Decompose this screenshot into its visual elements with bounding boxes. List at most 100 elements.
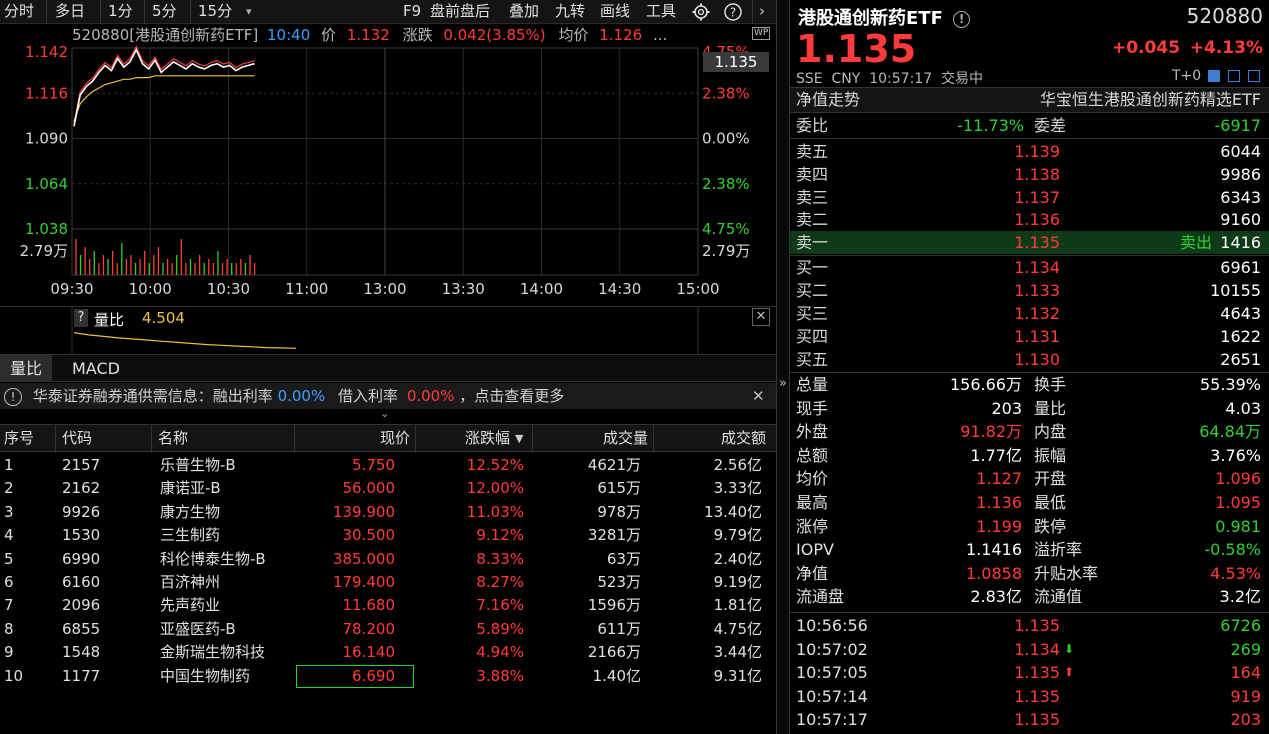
table-row[interactable]: 8 6855 亚盛医药-B 78.200 5.89% 611万 4.75亿 — [0, 618, 776, 641]
stat-label: 量比 — [1034, 398, 1067, 418]
gear-icon[interactable] — [691, 2, 711, 22]
table-row[interactable]: 3 9926 康方生物 139.900 11.03% 978万 13.40亿 — [0, 501, 776, 524]
x-tick: 10:30 — [207, 280, 250, 298]
table-row[interactable]: 6 6160 百济神州 179.400 8.27% 523万 9.19亿 — [0, 571, 776, 594]
col-name[interactable]: 名称 — [158, 425, 188, 452]
help-icon[interactable]: ? — [723, 2, 743, 22]
table-row[interactable]: 10 1177 中国生物制药 6.690 3.88% 1.40亿 9.31亿 — [0, 664, 776, 688]
window-icon[interactable] — [1228, 70, 1240, 82]
ask-level-row[interactable]: 卖五 1.139 6044 — [790, 140, 1269, 163]
draw-line-button[interactable]: 画线 — [600, 0, 630, 24]
col-change-pct[interactable]: 涨跌幅 — [420, 425, 510, 452]
ask-level-volume: 9160 — [1220, 210, 1261, 230]
volume-ratio-chart[interactable]: ? 量比 4.504 ✕ — [0, 306, 776, 355]
intraday-chart[interactable]: 1.142 4.75% 1.116 2.38% 1.090 0.00% 1.064 2.38%… — [0, 24, 776, 305]
period-dropdown-icon[interactable]: ▾ — [246, 0, 252, 24]
chart-more-icon[interactable]: ... — [653, 26, 667, 44]
sort-desc-icon[interactable]: ▼ — [515, 425, 523, 452]
col-index[interactable]: 序号 — [4, 425, 34, 452]
cell-name: 科伦博泰生物-B — [160, 549, 266, 568]
cell-code: 6160 — [62, 573, 101, 591]
popout-icon[interactable] — [1248, 70, 1260, 82]
stats-row: 总额 1.77亿 振幅 3.76% — [790, 444, 1269, 467]
tab-multiday[interactable]: 多日 — [46, 0, 85, 24]
bid-level-row[interactable]: 买二 1.133 10155 — [790, 279, 1269, 302]
ask-level-price: 1.137 — [1014, 187, 1060, 207]
stat-value: 1.127 — [976, 469, 1022, 489]
bid-level-row[interactable]: 买四 1.131 1622 — [790, 325, 1269, 348]
table-row[interactable]: 9 1548 金斯瑞生物科技 16.140 4.94% 2166万 3.44亿 — [0, 641, 776, 664]
cell-change-pct: 11.03% — [466, 502, 524, 521]
bid-level-row[interactable]: 买五 1.130 2651 — [790, 348, 1269, 371]
cell-volume: 611万 — [597, 619, 641, 638]
tab-1min[interactable]: 1分 — [100, 0, 133, 24]
premarket-button[interactable]: 盘前盘后 — [430, 0, 490, 24]
panel-divider[interactable]: » — [776, 0, 790, 734]
bid-level-row[interactable]: 买一 1.134 6961 — [790, 256, 1269, 279]
notice-more-link[interactable]: ，点击查看更多 — [459, 387, 564, 405]
volume-tick-right: 2.79万 — [702, 242, 750, 260]
close-icon[interactable]: ✕ — [752, 383, 765, 409]
tick-time: 10:57:05 — [796, 663, 868, 683]
stat-label: 内盘 — [1034, 422, 1067, 442]
tools-button[interactable]: 工具 — [646, 0, 676, 24]
overlay-button[interactable]: 叠加 — [509, 0, 539, 24]
col-code[interactable]: 代码 — [62, 425, 92, 452]
stat-label: 流通值 — [1034, 587, 1083, 607]
avg-price-line — [73, 75, 255, 122]
cell-amount: 13.40亿 — [704, 502, 762, 521]
info-icon[interactable]: ! — [953, 10, 971, 28]
stat-value: 1.199 — [976, 516, 1022, 536]
table-row[interactable]: 4 1530 三生制药 30.500 9.12% 3281万 9.79亿 — [0, 524, 776, 547]
nine-turn-button[interactable]: 九转 — [555, 0, 585, 24]
market-status: SSE CNY 10:57:17 交易中 — [796, 71, 983, 87]
cell-name: 乐普生物-B — [160, 456, 236, 474]
cell-price: 179.400 — [332, 573, 395, 591]
cell-amount: 9.31亿 — [713, 666, 762, 685]
collapse-icon[interactable]: » — [779, 376, 787, 391]
tab-intraday[interactable]: 分时 — [4, 0, 34, 24]
price-change-pct: +4.13% — [1189, 38, 1263, 58]
expand-down-icon[interactable]: ⌄ — [380, 407, 389, 420]
f9-button[interactable]: F9 — [403, 0, 421, 24]
help-icon[interactable]: ? — [74, 309, 88, 327]
table-row[interactable]: 7 2096 先声药业 11.680 7.16% 1596万 1.81亿 — [0, 594, 776, 617]
col-amount[interactable]: 成交额 — [658, 425, 766, 452]
cell-price: 16.140 — [342, 643, 396, 662]
table-row[interactable]: 2 2162 康诺亚-B 56.000 12.00% 615万 3.33亿 — [0, 477, 776, 500]
chevron-right-icon[interactable]: › — [752, 0, 765, 24]
y-tick-left: 1.090 — [25, 130, 68, 148]
edit-icon[interactable] — [1208, 70, 1220, 82]
arrow-down-icon: ⬇ — [1064, 641, 1075, 656]
stat-value: 4.03 — [1225, 398, 1261, 418]
tab-volume-ratio[interactable]: 量比 — [0, 355, 53, 382]
cell-volume: 615万 — [597, 479, 641, 498]
ask-level-row[interactable]: 卖四 1.138 9986 — [790, 163, 1269, 186]
tick-price: 1.135 — [1014, 686, 1060, 706]
nav-row[interactable]: 净值走势 华宝恒生港股通创新药精选ETF — [790, 87, 1269, 113]
ask-level-row[interactable]: 卖三 1.137 6343 — [790, 186, 1269, 209]
bid-level-row[interactable]: 买三 1.132 4643 — [790, 302, 1269, 325]
stat-value: 1.095 — [1215, 493, 1261, 512]
ask-level-price: 1.135 — [1014, 233, 1060, 253]
tab-macd[interactable]: MACD — [62, 355, 130, 382]
margin-notice-bar[interactable]: ! 华泰证券融券通供需信息：融出利率 0.00% 借入利率 0.00% ，点击查… — [0, 383, 776, 409]
ask-level-row[interactable]: 卖二 1.136 9160 — [790, 208, 1269, 231]
tab-15min[interactable]: 15分 — [190, 0, 232, 24]
tick-price: 1.135 — [1014, 616, 1060, 635]
table-row[interactable]: 5 6990 科伦博泰生物-B 385.000 8.33% 63万 2.40亿 — [0, 548, 776, 571]
bid-level-label: 买四 — [796, 327, 829, 346]
bid-level-label: 买一 — [796, 258, 829, 277]
col-volume[interactable]: 成交量 — [540, 425, 648, 452]
ask-level-row[interactable]: 卖一 1.135 卖出 1416 — [790, 231, 1269, 255]
table-row[interactable]: 1 2157 乐普生物-B 5.750 12.52% 4621万 2.56亿 — [0, 454, 776, 477]
chart-avg-label: 均价 — [558, 26, 589, 44]
tab-5min[interactable]: 5分 — [144, 0, 177, 24]
close-icon[interactable]: ✕ — [752, 308, 770, 326]
nav-trend-link[interactable]: 净值走势 — [796, 88, 860, 111]
wp-badge-icon[interactable]: WP — [752, 27, 771, 40]
tick-volume: 6726 — [1220, 616, 1261, 635]
cell-change-pct: 12.52% — [466, 456, 524, 474]
ask-level-volume: 1416 — [1220, 233, 1261, 253]
col-price[interactable]: 现价 — [300, 425, 410, 452]
